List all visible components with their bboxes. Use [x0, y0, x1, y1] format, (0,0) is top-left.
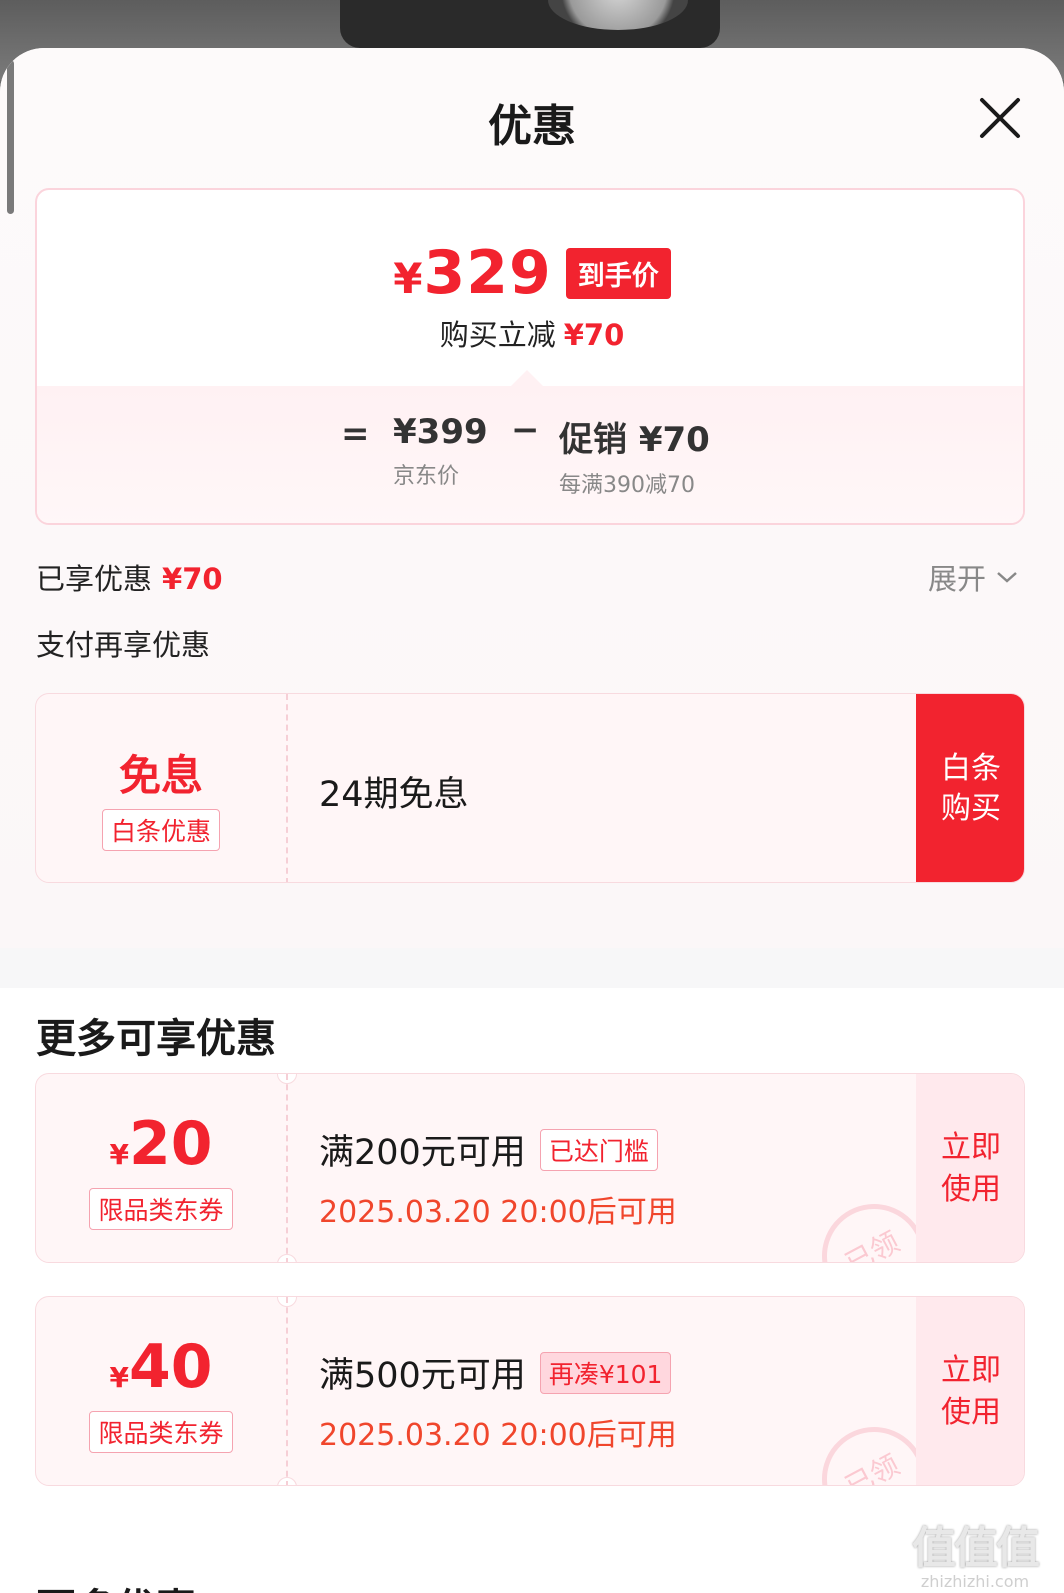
coupon-type-badge: 限品类东券	[89, 1188, 233, 1230]
card-divider	[286, 694, 288, 882]
next-section-title: 更多优惠	[36, 1576, 196, 1593]
coupon-valid-time: 2025.03.20 20:00后可用	[319, 1195, 677, 1230]
enjoyed-label: 已享优惠	[36, 562, 153, 596]
use-now-button[interactable]: 立即 使用	[916, 1297, 1024, 1485]
close-icon[interactable]	[976, 94, 1024, 142]
final-price-tag: 到手价	[565, 247, 671, 299]
final-price: ¥329	[393, 238, 551, 308]
final-price-symbol: ¥	[393, 254, 424, 303]
coupon-type-badge: 限品类东券	[89, 1411, 233, 1453]
coupon-condition: 满500元可用	[319, 1356, 526, 1396]
final-price-card: ¥329 到手价 购买立减 ¥70 = ¥399 京东价 − 促销 ¥70 每满3…	[35, 188, 1025, 525]
baitiao-buy-button[interactable]: 白条 购买	[916, 694, 1024, 882]
coupon-divider	[286, 1074, 288, 1262]
interest-free-title: 免息	[118, 751, 203, 800]
watermark-domain: zhizhizhi.com	[920, 1572, 1030, 1591]
coupon-divider	[286, 1297, 288, 1485]
use-line2: 使用	[941, 1172, 1001, 1207]
interest-free-desc: 24期免息	[319, 775, 469, 815]
coupon-symbol: ¥	[109, 1361, 129, 1394]
promo-value: 促销 ¥70	[559, 420, 710, 460]
base-price: ¥399	[393, 412, 488, 452]
coupon-card[interactable]: ¥40 限品类东券 满500元可用 再凑¥101 2025.03.20 20:00…	[35, 1296, 1025, 1486]
coupon-value: 40	[128, 1332, 213, 1402]
coupon-valid-time: 2025.03.20 20:00后可用	[319, 1418, 677, 1453]
use-line1: 立即	[941, 1353, 1001, 1388]
interest-free-card[interactable]: 免息 白条优惠 24期免息 白条购买	[35, 693, 1025, 883]
final-price-value: 329	[423, 238, 552, 308]
coupon-info: 满200元可用 已达门槛 2025.03.20 20:00后可用	[319, 1074, 677, 1262]
baitiao-badge: 白条优惠	[101, 809, 220, 851]
reduce-row: 购买立减 ¥70	[37, 312, 1023, 354]
expand-button[interactable]: 展开	[928, 556, 1018, 598]
base-price-label: 京东价	[393, 464, 460, 489]
coupon-left: ¥40 限品类东券	[36, 1297, 286, 1485]
coupon-amount: ¥20	[36, 1114, 286, 1174]
minus-sign: −	[511, 410, 540, 450]
use-line1: 立即	[941, 1130, 1001, 1165]
enjoyed-discount-row: 已享优惠 ¥70	[36, 556, 223, 598]
coupon-symbol: ¥	[109, 1138, 129, 1171]
base-price-column: ¥399 京东价	[393, 412, 488, 490]
pay-section-title: 支付再享优惠	[36, 628, 211, 662]
coupon-card[interactable]: ¥20 限品类东券 满200元可用 已达门槛 2025.03.20 20:00后可…	[35, 1073, 1025, 1263]
cta-line2: 购买	[941, 791, 1001, 826]
use-line2: 使用	[941, 1395, 1001, 1430]
promo-label: 每满390减70	[559, 473, 695, 498]
watermark-logo: 值值值	[912, 1523, 1040, 1574]
coupon-condition: 满200元可用	[319, 1133, 526, 1173]
more-discounts-title: 更多可享优惠	[36, 1016, 276, 1062]
coupon-value: 20	[128, 1109, 213, 1179]
coupon-left: ¥20 限品类东券	[36, 1074, 286, 1262]
add-more-tag: 再凑¥101	[539, 1351, 672, 1394]
discount-bottom-sheet: 优惠 ¥329 到手价 购买立减 ¥70 = ¥399 京东价 − 促销 ¥70 …	[0, 48, 1064, 1593]
interest-free-left: 免息 白条优惠	[36, 694, 286, 882]
chevron-down-icon	[997, 572, 1017, 583]
coupon-amount: ¥40	[36, 1337, 286, 1397]
breakdown-notch	[511, 370, 543, 386]
reduce-label: 购买立减	[439, 318, 556, 352]
equals-sign: =	[341, 414, 370, 454]
expand-label: 展开	[928, 562, 987, 596]
cta-line1: 白条	[941, 750, 1001, 786]
threshold-reached-tag: 已达门槛	[539, 1128, 658, 1171]
reduce-amount: ¥70	[563, 318, 625, 352]
promo-column: 促销 ¥70 每满390减70	[559, 412, 710, 499]
use-now-button[interactable]: 立即 使用	[916, 1074, 1024, 1262]
final-price-row: ¥329 到手价	[37, 238, 1023, 308]
enjoyed-amount: ¥70	[162, 562, 223, 596]
price-breakdown: = ¥399 京东价 − 促销 ¥70 每满390减70	[37, 386, 1023, 523]
site-watermark: 值值值 zhizhizhi.com	[905, 1512, 1045, 1591]
sheet-title: 优惠	[488, 101, 576, 152]
coupon-info: 满500元可用 再凑¥101 2025.03.20 20:00后可用	[319, 1297, 677, 1485]
